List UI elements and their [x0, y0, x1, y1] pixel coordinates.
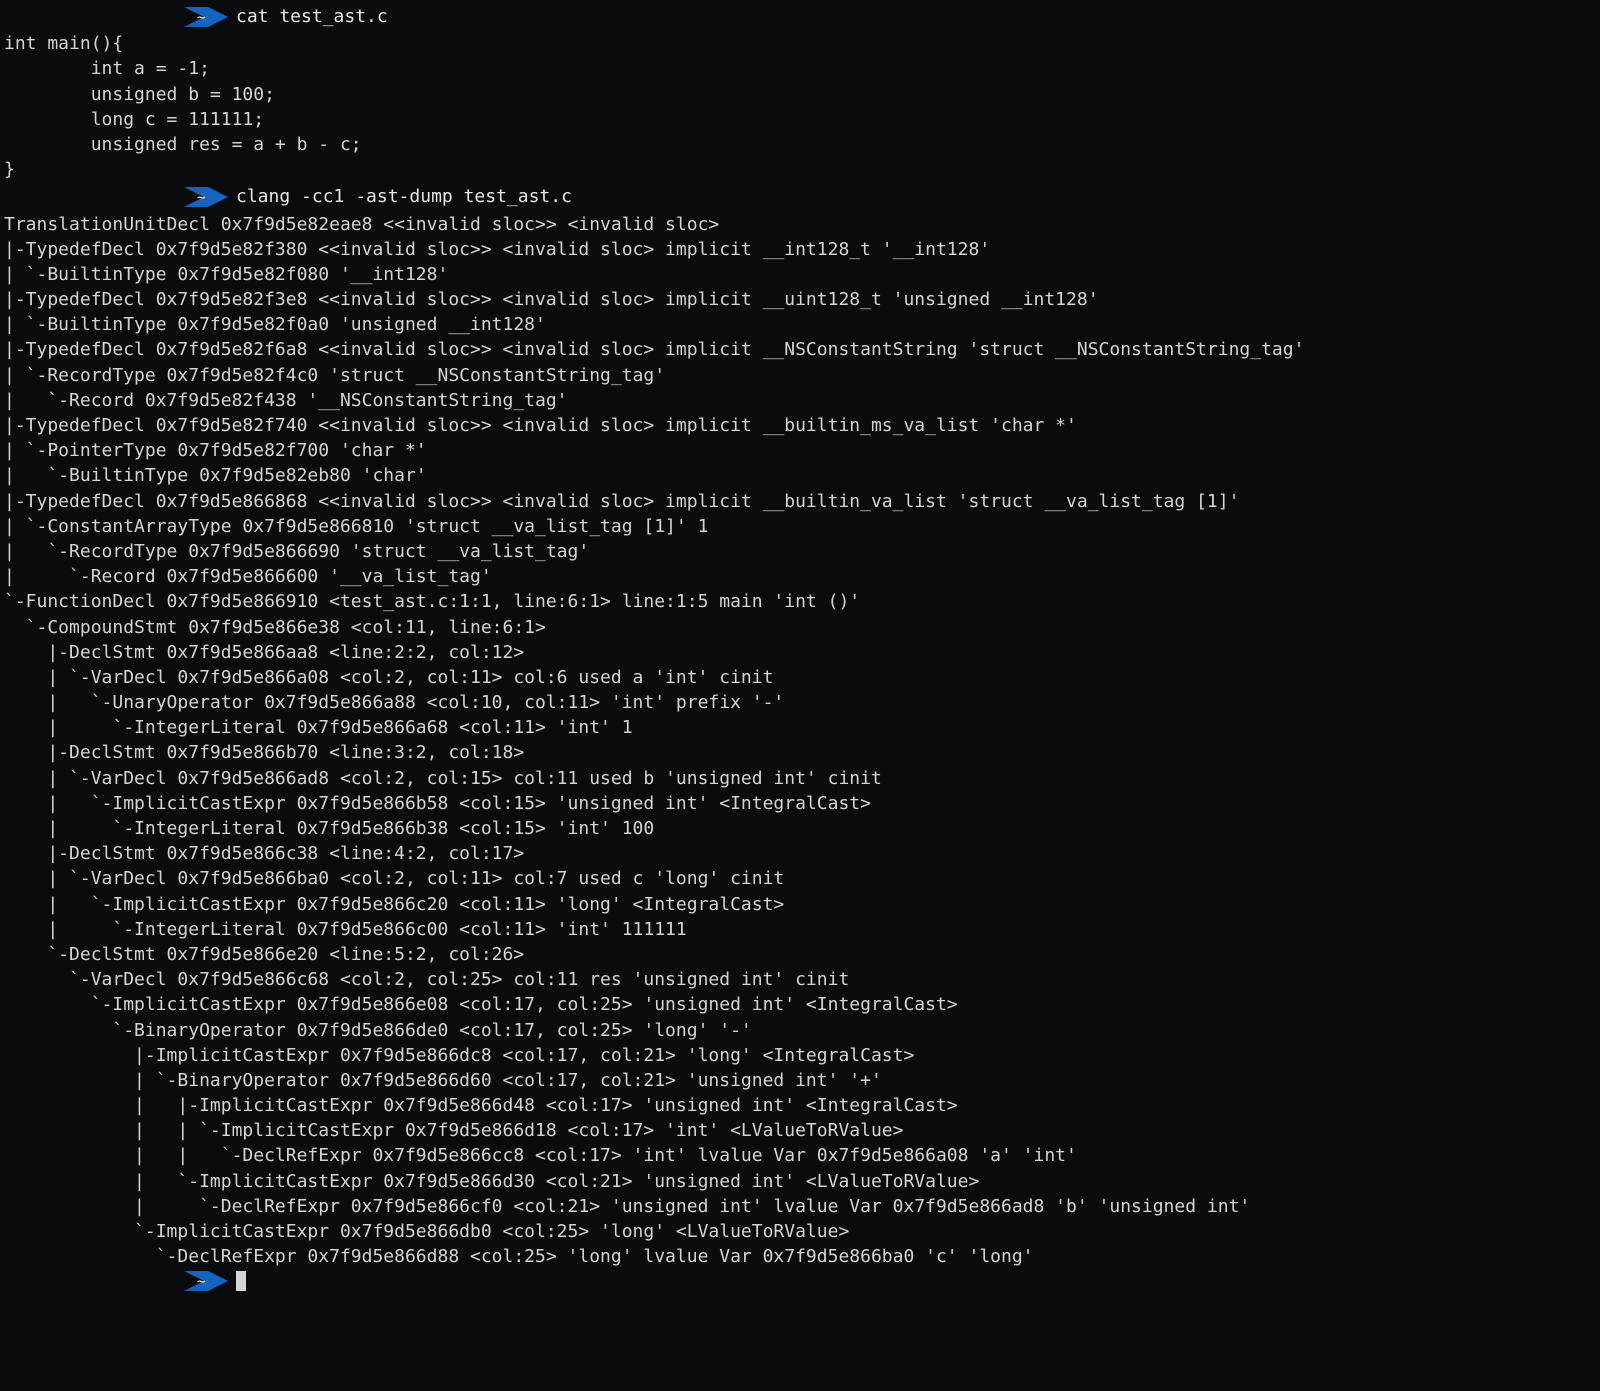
ast-line: | `-VarDecl 0x7f9d5e866ad8 <col:2, col:1… [4, 766, 1596, 791]
ast-line: `-ImplicitCastExpr 0x7f9d5e866e08 <col:1… [4, 992, 1596, 1017]
svg-text:~: ~ [197, 1274, 205, 1290]
ast-line: `-DeclStmt 0x7f9d5e866e20 <line:5:2, col… [4, 942, 1596, 967]
ast-line: | `-DeclRefExpr 0x7f9d5e866cf0 <col:21> … [4, 1194, 1596, 1219]
ast-line: | `-ImplicitCastExpr 0x7f9d5e866b58 <col… [4, 791, 1596, 816]
ast-line: | `-IntegerLiteral 0x7f9d5e866c00 <col:1… [4, 917, 1596, 942]
ast-line: |-TypedefDecl 0x7f9d5e82f740 <<invalid s… [4, 413, 1596, 438]
ast-line: | `-BinaryOperator 0x7f9d5e866d60 <col:1… [4, 1068, 1596, 1093]
ast-line: | `-RecordType 0x7f9d5e82f4c0 'struct __… [4, 363, 1596, 388]
svg-text:~: ~ [197, 190, 205, 206]
ast-line: `-CompoundStmt 0x7f9d5e866e38 <col:11, l… [4, 615, 1596, 640]
ast-dump-output: TranslationUnitDecl 0x7f9d5e82eae8 <<inv… [4, 212, 1596, 1270]
ast-line: |-DeclStmt 0x7f9d5e866aa8 <line:2:2, col… [4, 640, 1596, 665]
ast-line: | | `-DeclRefExpr 0x7f9d5e866cc8 <col:17… [4, 1143, 1596, 1168]
code-line: } [4, 157, 1596, 182]
ast-line: | `-IntegerLiteral 0x7f9d5e866b38 <col:1… [4, 816, 1596, 841]
prompt-line-2: ~ clang -cc1 -ast-dump test_ast.c [4, 184, 1596, 209]
prompt-arrow-icon: ~ [184, 187, 228, 207]
ast-line: | `-UnaryOperator 0x7f9d5e866a88 <col:10… [4, 690, 1596, 715]
code-line: unsigned b = 100; [4, 82, 1596, 107]
ast-line: TranslationUnitDecl 0x7f9d5e82eae8 <<inv… [4, 212, 1596, 237]
ast-line: | `-ImplicitCastExpr 0x7f9d5e866d30 <col… [4, 1169, 1596, 1194]
ast-line: | `-IntegerLiteral 0x7f9d5e866a68 <col:1… [4, 715, 1596, 740]
code-line: unsigned res = a + b - c; [4, 132, 1596, 157]
prompt-arrow-icon: ~ [184, 7, 228, 27]
ast-line: | `-RecordType 0x7f9d5e866690 'struct __… [4, 539, 1596, 564]
ast-line: |-TypedefDecl 0x7f9d5e82f380 <<invalid s… [4, 237, 1596, 262]
ast-line: | `-BuiltinType 0x7f9d5e82f0a0 'unsigned… [4, 312, 1596, 337]
ast-line: | |-ImplicitCastExpr 0x7f9d5e866d48 <col… [4, 1093, 1596, 1118]
ast-line: `-DeclRefExpr 0x7f9d5e866d88 <col:25> 'l… [4, 1244, 1596, 1269]
ast-line: | `-ImplicitCastExpr 0x7f9d5e866c20 <col… [4, 892, 1596, 917]
ast-line: | | `-ImplicitCastExpr 0x7f9d5e866d18 <c… [4, 1118, 1596, 1143]
ast-line: | `-Record 0x7f9d5e82f438 '__NSConstantS… [4, 388, 1596, 413]
svg-text:~: ~ [197, 10, 205, 26]
ast-line: `-VarDecl 0x7f9d5e866c68 <col:2, col:25>… [4, 967, 1596, 992]
ast-line: | `-VarDecl 0x7f9d5e866a08 <col:2, col:1… [4, 665, 1596, 690]
code-line: long c = 111111; [4, 107, 1596, 132]
source-code-output: int main(){ int a = -1; unsigned b = 100… [4, 31, 1596, 182]
ast-line: |-ImplicitCastExpr 0x7f9d5e866dc8 <col:1… [4, 1043, 1596, 1068]
terminal-cursor[interactable] [236, 1271, 246, 1291]
code-line: int main(){ [4, 31, 1596, 56]
prompt-arrow-icon: ~ [184, 1271, 228, 1291]
code-line: int a = -1; [4, 56, 1596, 81]
ast-line: `-FunctionDecl 0x7f9d5e866910 <test_ast.… [4, 589, 1596, 614]
ast-line: | `-VarDecl 0x7f9d5e866ba0 <col:2, col:1… [4, 866, 1596, 891]
ast-line: |-TypedefDecl 0x7f9d5e82f6a8 <<invalid s… [4, 337, 1596, 362]
prompt-line-1: ~ cat test_ast.c [4, 4, 1596, 29]
ast-line: `-ImplicitCastExpr 0x7f9d5e866db0 <col:2… [4, 1219, 1596, 1244]
ast-line: |-DeclStmt 0x7f9d5e866c38 <line:4:2, col… [4, 841, 1596, 866]
ast-line: | `-Record 0x7f9d5e866600 '__va_list_tag… [4, 564, 1596, 589]
ast-line: |-DeclStmt 0x7f9d5e866b70 <line:3:2, col… [4, 740, 1596, 765]
ast-line: | `-PointerType 0x7f9d5e82f700 'char *' [4, 438, 1596, 463]
ast-line: `-BinaryOperator 0x7f9d5e866de0 <col:17,… [4, 1018, 1596, 1043]
prompt-line-3[interactable]: ~ [4, 1271, 1596, 1291]
terminal-window[interactable]: ~ cat test_ast.c int main(){ int a = -1;… [0, 0, 1600, 1297]
ast-line: | `-BuiltinType 0x7f9d5e82f080 '__int128… [4, 262, 1596, 287]
command-text-1: cat test_ast.c [236, 4, 388, 29]
ast-line: | `-BuiltinType 0x7f9d5e82eb80 'char' [4, 463, 1596, 488]
command-text-2: clang -cc1 -ast-dump test_ast.c [236, 184, 572, 209]
ast-line: |-TypedefDecl 0x7f9d5e866868 <<invalid s… [4, 489, 1596, 514]
ast-line: |-TypedefDecl 0x7f9d5e82f3e8 <<invalid s… [4, 287, 1596, 312]
ast-line: | `-ConstantArrayType 0x7f9d5e866810 'st… [4, 514, 1596, 539]
